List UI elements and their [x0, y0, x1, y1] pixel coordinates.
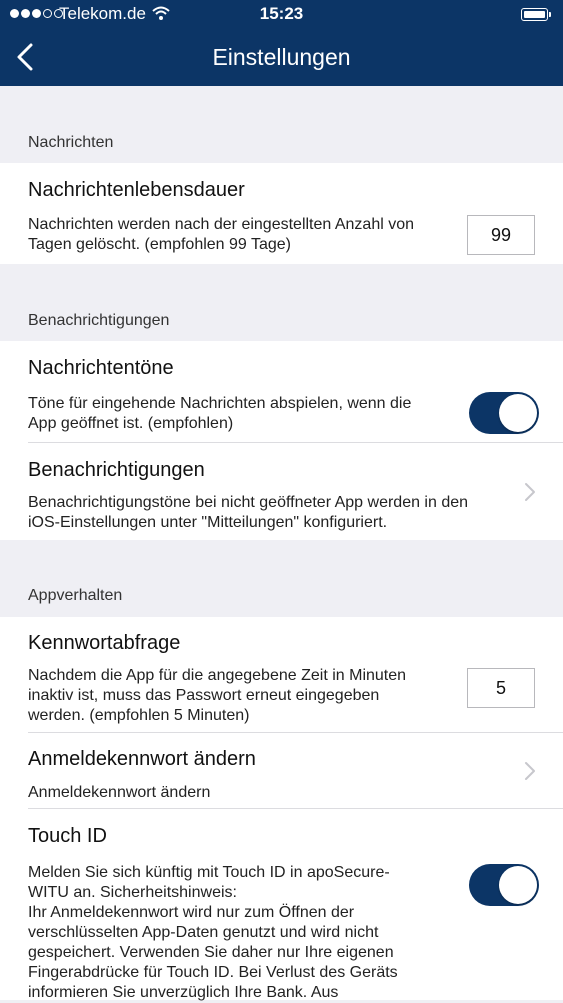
app-behavior-group: Kennwortabfrage Nachdem die App für die …: [0, 617, 563, 1003]
change-password-row[interactable]: Anmeldekennwort ändern Anmeldekennwort ä…: [0, 733, 563, 808]
cell-title: Nachrichtenlebensdauer: [28, 179, 245, 201]
navigation-bar: Telekom.de 15:23 Einstellungen: [0, 0, 563, 86]
message-lifetime-days-input[interactable]: [467, 215, 535, 255]
cell-description: Nachrichten werden nach der eingestellte…: [28, 215, 414, 255]
description-line: werden. (empfohlen 5 Minuten): [28, 707, 250, 724]
section-header-notifications: Benachrichtigungen: [28, 312, 170, 329]
cell-title: Nachrichtentöne: [28, 357, 174, 379]
battery-icon: [521, 8, 551, 21]
description-line: iOS-Einstellungen unter "Mitteilungen" k…: [28, 514, 388, 531]
page-title: Einstellungen: [212, 44, 351, 70]
message-tones-toggle[interactable]: [469, 392, 539, 434]
touch-id-toggle[interactable]: [469, 864, 539, 906]
section-header-messages: Nachrichten: [28, 134, 114, 151]
cell-description: Töne für eingehende Nachrichten abspiele…: [28, 394, 411, 434]
password-timeout-minutes-input[interactable]: [467, 668, 535, 708]
notifications-group: Nachrichtentöne Töne für eingehende Nach…: [0, 341, 563, 540]
section-header-app-behavior: Appverhalten: [28, 587, 123, 604]
cell-description: Nachdem die App für die angegebene Zeit …: [28, 666, 406, 726]
cell-title: Benachrichtigungen: [28, 459, 205, 481]
cell-description: Benachrichtigungstöne bei nicht geöffnet…: [28, 493, 468, 533]
cell-title: Touch ID: [28, 825, 107, 847]
chevron-right-icon: [525, 483, 535, 501]
cell-title: Kennwortabfrage: [28, 632, 181, 654]
chevron-right-icon: [525, 762, 535, 780]
description-line: Melden Sie sich künftig mit Touch ID in …: [28, 864, 390, 881]
status-time: 15:23: [259, 4, 304, 23]
status-bar: Telekom.de 15:23: [0, 0, 563, 30]
description-line: WITU an. Sicherheitshinweis:: [28, 884, 237, 901]
description-line: informieren Sie unverzüglich Ihre Bank. …: [28, 984, 339, 1001]
message-lifetime-cell: Nachrichtenlebensdauer Nachrichten werde…: [0, 163, 563, 264]
description-line: verschlüsselten App-Daten genutzt und wi…: [28, 924, 379, 941]
description-line: Ihr Anmeldekennwort wird nur zum Öffnen …: [28, 904, 355, 921]
description-line: Töne für eingehende Nachrichten abspiele…: [28, 395, 412, 412]
cell-description: Melden Sie sich künftig mit Touch ID in …: [28, 863, 398, 1003]
toggle-knob: [499, 866, 537, 904]
description-line: Fingerabdrücke für Touch ID. Bei Verlust…: [28, 964, 398, 981]
cell-title: Anmeldekennwort ändern: [28, 748, 256, 770]
description-line: App geöffnet ist. (empfohlen): [28, 415, 234, 432]
description-line: Nachrichten werden nach der eingestellte…: [28, 216, 415, 233]
description-line: inaktiv ist, muss das Passwort erneut ei…: [28, 687, 380, 704]
description-line: Benachrichtigungstöne bei nicht geöffnet…: [28, 494, 469, 511]
cell-subtitle: Anmeldekennwort ändern: [28, 784, 211, 801]
description-line: Nachdem die App für die angegebene Zeit …: [28, 667, 407, 684]
divider: [28, 808, 563, 809]
description-line: Tagen gelöscht. (empfohlen 99 Tage): [28, 236, 291, 253]
description-line: gespeichert. Verwenden Sie daher nur Ihr…: [28, 944, 394, 961]
toggle-knob: [499, 394, 537, 432]
push-notifications-row[interactable]: Benachrichtigungen Benachrichtigungstöne…: [0, 443, 563, 540]
